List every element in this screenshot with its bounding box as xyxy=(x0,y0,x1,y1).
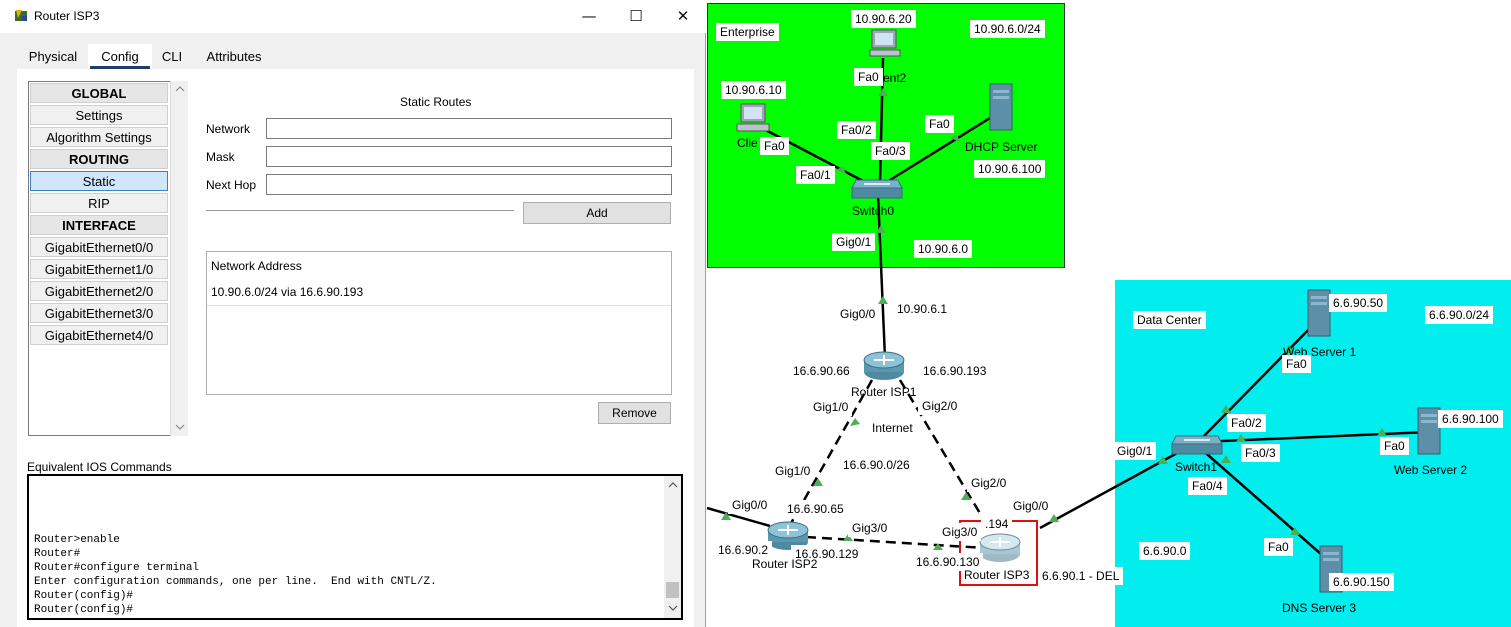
switch0-fa0-1-label: Fa0/1 xyxy=(796,166,835,184)
isp3-gig0-0-ip-label: 6.6.90.1 - DEL xyxy=(1038,567,1124,585)
isp2-gig1-0-label: Gig1/0 xyxy=(771,462,815,480)
pc-icon[interactable] xyxy=(868,28,902,58)
enterprise-network-label: 10.90.6.0 xyxy=(914,240,973,258)
web2-port-label: Fa0 xyxy=(1380,437,1409,455)
isp3-gig2-0-label: Gig2/0 xyxy=(967,474,1011,492)
internet-subnet-label: 16.6.90.0/26 xyxy=(839,456,914,474)
enterprise-subnet-label: 10.90.6.0/24 xyxy=(970,20,1045,38)
isp1-name-label: Router ISP1 xyxy=(851,385,917,399)
switch0-gig0-1-label: Gig0/1 xyxy=(832,233,876,251)
datacenter-subnet-label: 6.6.90.0/24 xyxy=(1425,306,1494,324)
web1-ip-label: 6.6.90.50 xyxy=(1329,294,1388,312)
web2-name-label: Web Server 2 xyxy=(1394,463,1468,477)
isp1-gig0-0-label: Gig0/0 xyxy=(836,305,880,323)
isp3-gig0-0-label: Gig0/0 xyxy=(1009,497,1053,515)
dns-port-label: Fa0 xyxy=(1264,538,1293,556)
switch-icon[interactable] xyxy=(850,172,904,202)
link-switch0-isp1 xyxy=(876,194,887,359)
switch0-fa0-2-label: Fa0/2 xyxy=(837,121,876,139)
switch1-gig0-1-label: Gig0/1 xyxy=(1113,442,1157,460)
dhcp-port-label: Fa0 xyxy=(925,115,954,133)
isp1-left-ip-label: 16.6.90.66 xyxy=(789,362,854,380)
port-indicator xyxy=(878,88,888,96)
isp1-gig1-0-label: Gig1/0 xyxy=(809,398,853,416)
switch0-name-label: Switch0 xyxy=(852,204,895,218)
isp3-name-label: Router ISP3 xyxy=(964,568,1030,582)
isp1-gig0-0-ip-label: 10.90.6.1 xyxy=(893,300,952,318)
switch1-fa0-3-label: Fa0/3 xyxy=(1241,444,1280,462)
isp2-gig1-0-ip-label: 16.6.90.65 xyxy=(783,500,848,518)
switch1-fa0-2-label: Fa0/2 xyxy=(1227,414,1266,432)
datacenter-zone-label: Data Center xyxy=(1133,311,1206,329)
enterprise-zone-label: Enterprise xyxy=(716,23,779,41)
switch1-name-label: Switch1 xyxy=(1175,460,1218,474)
dns-ip-label: 6.6.90.150 xyxy=(1329,573,1394,591)
isp3-gig2-0-ip-label: .194 xyxy=(981,515,1013,533)
client1-name-label: Clie xyxy=(737,136,758,150)
server-icon[interactable] xyxy=(986,82,1018,134)
isp1-gig2-0-label: Gig2/0 xyxy=(918,397,962,415)
isp2-gig3-0-label: Gig3/0 xyxy=(848,519,892,537)
isp2-name-label: Router ISP2 xyxy=(752,557,818,571)
web1-port-label: Fa0 xyxy=(1282,355,1311,373)
client2-ip-label: 10.90.6.20 xyxy=(851,10,916,28)
router-icon[interactable] xyxy=(862,348,906,382)
web2-ip-label: 6.6.90.100 xyxy=(1438,410,1503,428)
port-indicator xyxy=(878,296,888,304)
switch0-fa0-3-label: Fa0/3 xyxy=(871,142,910,160)
port-indicator xyxy=(850,418,860,426)
port-indicator xyxy=(1236,434,1246,442)
client2-port-label: Fa0 xyxy=(854,68,883,86)
client2-name-label: ent2 xyxy=(883,71,907,85)
client1-ip-label: 10.90.6.10 xyxy=(721,81,786,99)
isp1-right-ip-label: 16.6.90.193 xyxy=(919,362,991,380)
dhcp-server-name-label: DHCP Server xyxy=(965,140,1038,154)
internet-label: Internet xyxy=(868,419,917,437)
isp2-gig0-0-label: Gig0/0 xyxy=(728,496,772,514)
client1-port-label: Fa0 xyxy=(760,137,789,155)
switch-icon[interactable] xyxy=(1170,428,1224,458)
port-indicator xyxy=(876,225,886,233)
switch1-fa0-4-label: Fa0/4 xyxy=(1188,477,1227,495)
datacenter-network-label: 6.6.90.0 xyxy=(1139,542,1191,560)
pc-icon[interactable] xyxy=(733,102,773,134)
dns-name-label: DNS Server 3 xyxy=(1282,601,1357,615)
port-indicator xyxy=(1377,428,1387,436)
dhcp-server-ip-label: 10.90.6.100 xyxy=(974,160,1046,178)
isp3-gig3-0-label: Gig3/0 xyxy=(938,523,982,541)
